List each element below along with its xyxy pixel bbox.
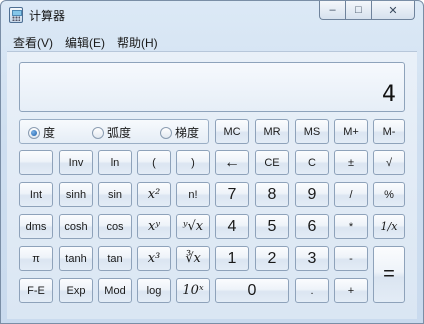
ce-button[interactable]: CE — [255, 150, 289, 175]
maximize-button[interactable]: □ — [345, 1, 371, 20]
radio-radians-dot[interactable] — [92, 126, 104, 139]
digit-3-button[interactable]: 3 — [295, 246, 329, 271]
digit-6-button[interactable]: 6 — [295, 214, 329, 239]
ln-button[interactable]: ln — [98, 150, 132, 175]
digit-7-button[interactable]: 7 — [215, 182, 249, 207]
calculator-app-icon — [9, 7, 23, 23]
yroot-button[interactable]: ʸ√x — [176, 214, 210, 239]
cube-button[interactable]: x³ — [137, 246, 171, 271]
fe-button[interactable]: F-E — [19, 278, 53, 303]
result-display: 4 — [19, 62, 405, 112]
window-title: 计算器 — [29, 9, 66, 23]
minimize-button[interactable]: – — [319, 1, 345, 20]
mr-button[interactable]: MR — [255, 119, 289, 144]
radio-degrees-dot[interactable] — [28, 126, 40, 139]
digit-0-button[interactable]: 0 — [215, 278, 289, 303]
ms-button[interactable]: MS — [295, 119, 329, 144]
radio-radians-label: 弧度 — [107, 126, 132, 140]
digit-5-button[interactable]: 5 — [255, 214, 289, 239]
menu-bar: 查看(V) 编辑(E) 帮助(H) — [7, 32, 417, 51]
tanh-button[interactable]: tanh — [59, 246, 93, 271]
menu-help[interactable]: 帮助(H) — [111, 32, 164, 51]
reciprocal-button[interactable]: 1/x — [373, 214, 405, 239]
equals-button[interactable]: = — [373, 246, 405, 303]
digit-4-button[interactable]: 4 — [215, 214, 249, 239]
m-minus-button[interactable]: M- — [373, 119, 405, 144]
close-button[interactable]: ✕ — [371, 1, 415, 20]
sqrt-button[interactable]: √ — [373, 150, 405, 175]
multiply-button[interactable]: * — [334, 214, 368, 239]
backspace-button[interactable]: ← — [215, 150, 249, 175]
digit-8-button[interactable]: 8 — [255, 182, 289, 207]
percent-button[interactable]: % — [373, 182, 405, 207]
close-paren-button[interactable]: ) — [176, 150, 210, 175]
sin-button[interactable]: sin — [98, 182, 132, 207]
inv-button[interactable]: Inv — [59, 150, 93, 175]
radio-radians[interactable]: 弧度 — [92, 124, 131, 141]
title-bar[interactable]: 计算器 – □ ✕ — [1, 1, 423, 29]
menu-view[interactable]: 查看(V) — [7, 32, 59, 51]
tan-button[interactable]: tan — [98, 246, 132, 271]
m-plus-button[interactable]: M+ — [334, 119, 368, 144]
digit-1-button[interactable]: 1 — [215, 246, 249, 271]
decimal-button[interactable]: . — [295, 278, 329, 303]
mod-button[interactable]: Mod — [98, 278, 132, 303]
power-button[interactable]: xʸ — [137, 214, 171, 239]
pi-button[interactable]: π — [19, 246, 53, 271]
digit-2-button[interactable]: 2 — [255, 246, 289, 271]
radio-grads[interactable]: 梯度 — [160, 124, 199, 141]
digit-9-button[interactable]: 9 — [295, 182, 329, 207]
square-button[interactable]: x² — [137, 182, 171, 207]
radio-degrees[interactable]: 度 — [28, 124, 55, 141]
divide-button[interactable]: / — [334, 182, 368, 207]
clear-button[interactable]: C — [295, 150, 329, 175]
int-button[interactable]: Int — [19, 182, 53, 207]
log-button[interactable]: log — [137, 278, 171, 303]
exp-button[interactable]: Exp — [59, 278, 93, 303]
angle-unit-group: 度 弧度 梯度 — [19, 119, 209, 144]
display-value: 4 — [382, 82, 396, 107]
radio-degrees-label: 度 — [43, 126, 56, 140]
radio-grads-dot[interactable] — [160, 126, 172, 139]
factorial-button[interactable]: n! — [176, 182, 210, 207]
sinh-button[interactable]: sinh — [59, 182, 93, 207]
mc-button[interactable]: MC — [215, 119, 249, 144]
cube-root-button[interactable]: ∛x — [176, 246, 210, 271]
menu-edit[interactable]: 编辑(E) — [59, 32, 111, 51]
cos-button[interactable]: cos — [98, 214, 132, 239]
calculator-window: 计算器 – □ ✕ 查看(V) 编辑(E) 帮助(H) 4 度 弧度 梯度 MC… — [0, 0, 424, 324]
blank-button[interactable] — [19, 150, 53, 175]
cosh-button[interactable]: cosh — [59, 214, 93, 239]
subtract-button[interactable]: - — [334, 246, 368, 271]
add-button[interactable]: + — [334, 278, 368, 303]
ten-power-button[interactable]: 10ˣ — [176, 278, 210, 303]
negate-button[interactable]: ± — [334, 150, 368, 175]
caption-buttons: – □ ✕ — [319, 1, 415, 21]
open-paren-button[interactable]: ( — [137, 150, 171, 175]
calculator-body: 4 度 弧度 梯度 MC MR MS M+ M- Inv ln ( ) ← CE… — [7, 51, 417, 319]
radio-grads-label: 梯度 — [175, 126, 200, 140]
dms-button[interactable]: dms — [19, 214, 53, 239]
